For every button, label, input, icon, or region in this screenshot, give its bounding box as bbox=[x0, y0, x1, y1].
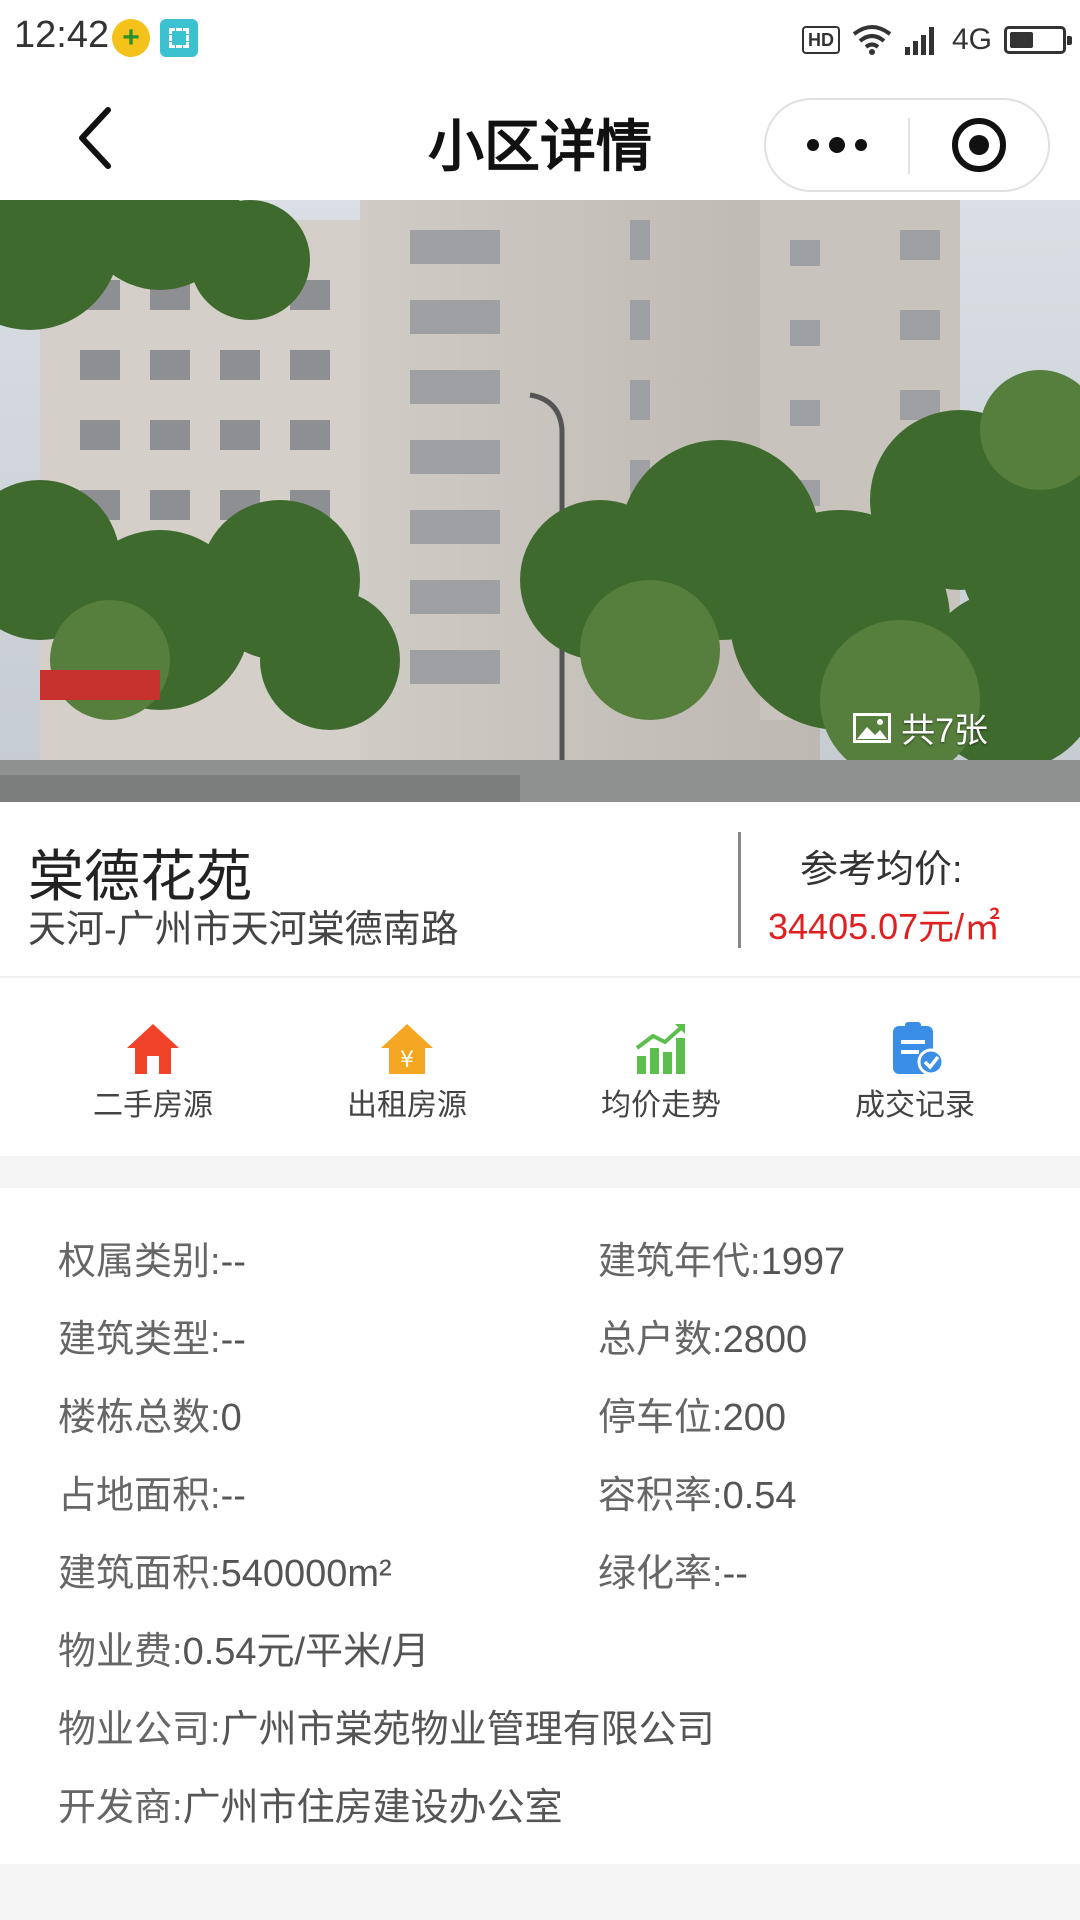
detail-land-area: 占地面积:-- bbox=[58, 1464, 246, 1519]
detail-plot-ratio: 容积率:0.54 bbox=[598, 1464, 797, 1519]
photo-count-text: 共7张 bbox=[901, 712, 988, 750]
detail-parking: 停车位:200 bbox=[598, 1386, 786, 1441]
svg-text:¥: ¥ bbox=[400, 1048, 414, 1073]
detail-key: 权属类别: bbox=[58, 1241, 221, 1283]
detail-value: 广州市住房建设办公室 bbox=[182, 1787, 563, 1829]
detail-key: 建筑面积: bbox=[58, 1553, 221, 1595]
more-dots-icon[interactable] bbox=[766, 100, 908, 190]
detail-value: 540000m² bbox=[220, 1553, 392, 1595]
rental-listings-button[interactable]: ¥ 出租房源 bbox=[307, 1020, 507, 1124]
section-divider bbox=[0, 1156, 1080, 1188]
price-trend-button[interactable]: 均价走势 bbox=[561, 1020, 761, 1124]
detail-value: -- bbox=[220, 1319, 246, 1361]
detail-key: 占地面积: bbox=[58, 1475, 221, 1517]
mini-program-capsule bbox=[764, 98, 1050, 192]
house-icon bbox=[127, 1024, 179, 1074]
scan-icon bbox=[160, 19, 198, 57]
status-bar: 12:42 + HD 4G bbox=[0, 0, 1080, 78]
rent-house-icon: ¥ bbox=[381, 1024, 433, 1074]
hd-icon: HD bbox=[801, 26, 840, 54]
detail-developer: 开发商:广州市住房建设办公室 bbox=[58, 1776, 563, 1831]
detail-key: 总户数: bbox=[598, 1319, 723, 1361]
detail-value: 2800 bbox=[722, 1319, 808, 1361]
detail-key: 容积率: bbox=[598, 1475, 723, 1517]
bottom-divider bbox=[0, 1864, 1080, 1920]
detail-key: 物业费: bbox=[58, 1631, 183, 1673]
quick-nav-label: 均价走势 bbox=[601, 1089, 721, 1122]
quick-nav-label: 二手房源 bbox=[93, 1089, 213, 1122]
header-divider bbox=[738, 832, 741, 948]
community-details: 权属类别:-- 建筑类型:-- 楼栋总数:0 占地面积:-- 建筑面积:5400… bbox=[0, 1188, 1080, 1864]
status-indicators: HD 4G bbox=[801, 20, 1072, 60]
clipboard-check-icon bbox=[893, 1022, 945, 1076]
detail-property-company: 物业公司:广州市棠苑物业管理有限公司 bbox=[58, 1698, 715, 1753]
app-notification-icon: + bbox=[112, 19, 150, 57]
photo-count-badge[interactable]: 共7张 bbox=[853, 703, 988, 752]
network-type: 4G bbox=[951, 23, 992, 56]
wifi-icon bbox=[852, 25, 892, 55]
detail-households: 总户数:2800 bbox=[598, 1308, 807, 1363]
detail-value: 1997 bbox=[760, 1241, 846, 1283]
signal-icon bbox=[904, 27, 934, 55]
detail-value: -- bbox=[722, 1553, 748, 1595]
image-icon bbox=[853, 712, 892, 743]
detail-floor-area: 建筑面积:540000m² bbox=[58, 1542, 392, 1597]
detail-key: 楼栋总数: bbox=[58, 1397, 221, 1439]
detail-green-rate: 绿化率:-- bbox=[598, 1542, 748, 1597]
transaction-records-button[interactable]: 成交记录 bbox=[815, 1020, 1015, 1124]
average-price: 34405.07元/㎡ bbox=[768, 906, 1001, 947]
detail-property-fee: 物业费:0.54元/平米/月 bbox=[58, 1620, 430, 1675]
detail-key: 停车位: bbox=[598, 1397, 723, 1439]
trend-chart-icon bbox=[635, 1024, 685, 1074]
detail-key: 开发商: bbox=[58, 1787, 183, 1829]
community-header: 棠德花苑 天河-广州市天河棠德南路 参考均价: 34405.07元/㎡ bbox=[0, 802, 1080, 978]
detail-key: 建筑类型: bbox=[58, 1319, 221, 1361]
quick-nav-label: 成交记录 bbox=[855, 1089, 975, 1122]
detail-value: -- bbox=[220, 1241, 246, 1283]
community-address: 天河-广州市天河棠德南路 bbox=[28, 909, 459, 951]
battery-icon bbox=[1004, 26, 1072, 54]
battery-level bbox=[1010, 32, 1033, 48]
detail-build-year: 建筑年代:1997 bbox=[598, 1230, 845, 1285]
quick-nav: 二手房源 ¥ 出租房源 均价走势 成交记录 bbox=[0, 978, 1080, 1156]
detail-ownership-type: 权属类别:-- bbox=[58, 1230, 246, 1285]
detail-key: 建筑年代: bbox=[598, 1241, 761, 1283]
detail-value: -- bbox=[220, 1475, 246, 1517]
detail-total-buildings: 楼栋总数:0 bbox=[58, 1386, 242, 1441]
price-label: 参考均价: bbox=[800, 849, 963, 891]
detail-key: 物业公司: bbox=[58, 1709, 221, 1751]
secondhand-listings-button[interactable]: 二手房源 bbox=[53, 1020, 253, 1124]
detail-value: 广州市棠苑物业管理有限公司 bbox=[220, 1709, 715, 1751]
detail-value: 200 bbox=[722, 1397, 786, 1439]
nav-bar: 小区详情 bbox=[0, 78, 1080, 200]
detail-key: 绿化率: bbox=[598, 1553, 723, 1595]
detail-value: 0.54 bbox=[722, 1475, 797, 1517]
detail-building-type: 建筑类型:-- bbox=[58, 1308, 246, 1363]
community-photo[interactable]: 共7张 bbox=[0, 200, 1080, 802]
status-time: 12:42 bbox=[14, 14, 110, 56]
detail-value: 0 bbox=[220, 1397, 242, 1439]
close-target-icon[interactable] bbox=[910, 100, 1050, 190]
quick-nav-label: 出租房源 bbox=[347, 1089, 467, 1122]
detail-value: 0.54元/平米/月 bbox=[182, 1631, 430, 1673]
